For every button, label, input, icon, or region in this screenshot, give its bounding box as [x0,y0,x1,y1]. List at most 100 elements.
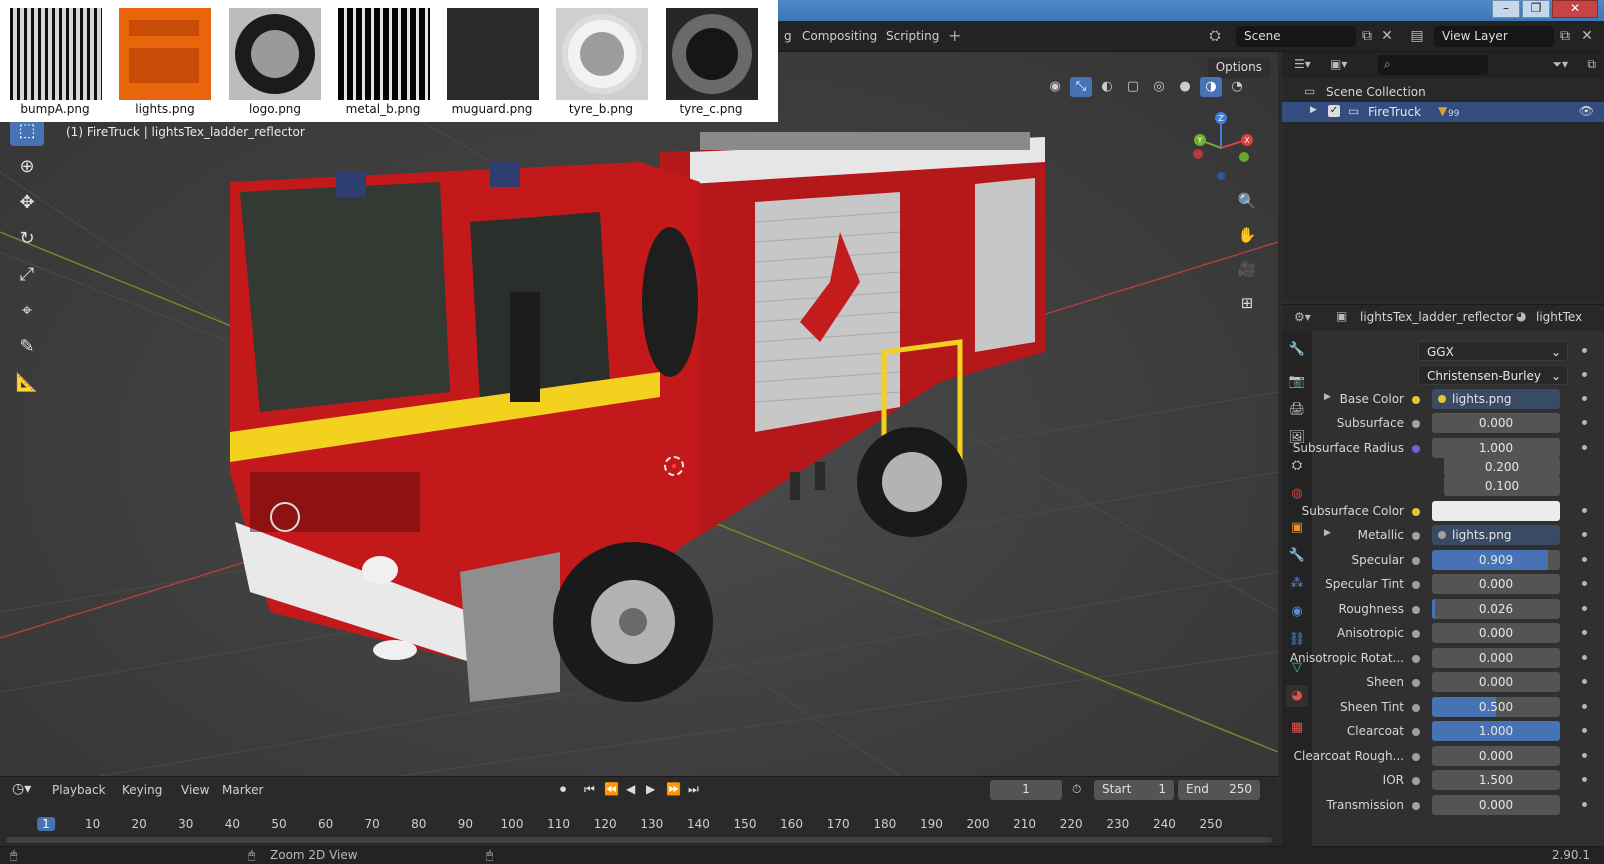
keyframe-dot[interactable] [1582,348,1587,353]
playback-menu[interactable]: Playback [52,783,106,797]
keyframe-dot[interactable] [1582,655,1587,660]
rotate-icon[interactable]: ↻ [10,224,44,254]
material-shading-icon[interactable]: ◑ [1200,77,1222,97]
number-slider[interactable]: 0.100 [1444,476,1560,496]
keyframe-dot[interactable] [1582,557,1587,562]
jump-start-icon[interactable]: ⏮ [584,782,595,797]
keyframe-dot[interactable] [1582,728,1587,733]
outliner-item-firetruck[interactable]: ▶ ✓ ▭ FireTruck ▼ 99 👁 [1282,102,1604,122]
jump-end-icon[interactable]: ⏭ [688,782,699,797]
record-icon[interactable]: ⏺ [560,782,566,797]
number-slider[interactable]: 0.000 [1432,795,1560,815]
socket-dot-icon[interactable] [1412,728,1420,736]
socket-dot-icon[interactable] [1412,753,1420,761]
keyframe-dot[interactable] [1582,372,1587,377]
socket-dot-icon[interactable] [1412,445,1420,453]
display-mode-icon[interactable]: ▣▾ [1330,57,1347,71]
keying-menu[interactable]: Keying [122,783,162,797]
transform-icon[interactable]: ⌖ [10,296,44,326]
number-slider[interactable]: 0.200 [1444,457,1560,477]
world-tab-icon[interactable]: ◍ [1286,483,1308,505]
outliner-editor-icon[interactable]: ☰▾ [1294,57,1311,71]
rendered-shading-icon[interactable]: ◔ [1226,77,1248,97]
eye-visibility-icon[interactable]: 👁 [1579,104,1594,118]
keyframe-dot[interactable] [1582,802,1587,807]
scene-icon[interactable]: ⛭ [1206,27,1224,45]
number-slider[interactable]: 0.000 [1432,746,1560,766]
socket-dot-icon[interactable] [1412,606,1420,614]
socket-dot-icon[interactable] [1412,679,1420,687]
keyframe-dot[interactable] [1582,581,1587,586]
number-slider[interactable]: 0.000 [1432,574,1560,594]
play-reverse-icon[interactable]: ◀ [626,782,635,796]
socket-dot-icon[interactable] [1412,557,1420,565]
thumb-metal-b[interactable] [338,8,430,100]
pan-hand-icon[interactable]: ✋ [1234,222,1260,248]
thumb-tyre-c[interactable] [666,8,758,100]
object-tab-icon[interactable]: ▣ [1286,517,1308,539]
outliner-search-input[interactable]: ⌕ [1378,55,1488,75]
subsurface-method-dropdown[interactable]: Christensen-Burley ⌄ [1418,365,1568,385]
socket-dot-icon[interactable] [1412,802,1420,810]
socket-dot-icon[interactable] [1412,704,1420,712]
expand-arrow-icon[interactable]: ▶ [1310,105,1317,115]
overlay-icon[interactable]: ◐ [1096,77,1118,97]
number-slider[interactable]: 0.000 [1432,648,1560,668]
texture-link-field[interactable]: lights.png [1432,525,1560,545]
options-dropdown[interactable]: Options [1207,58,1270,78]
new-scene-icon[interactable]: ⧉ [1358,27,1376,45]
thumb-lights[interactable] [119,8,211,100]
color-swatch[interactable] [1432,501,1560,521]
visibility-icon[interactable]: ◉ [1044,77,1066,97]
new-collection-icon[interactable]: ⧉ [1587,57,1596,72]
filter-icon[interactable]: ⏷▾ [1552,57,1568,72]
shader-name[interactable]: lightTex [1536,310,1582,324]
checkbox-icon[interactable]: ✓ [1328,105,1340,117]
cursor-icon[interactable]: ⊕ [10,152,44,182]
move-icon[interactable]: ✥ [10,188,44,218]
close-button[interactable]: ✕ [1552,0,1598,18]
annotate-icon[interactable]: ✎ [10,332,44,362]
camera-icon[interactable]: 🎥 [1234,256,1260,282]
scale-icon[interactable]: ⤢ [10,260,44,290]
thumb-logo[interactable] [229,8,321,100]
3d-viewport[interactable]: Options ◉ ⤡ ◐ ▢ ◎ ● ◑ ◔ (1) FireTruck | … [0,52,1278,776]
view-menu[interactable]: View [181,783,209,797]
properties-editor-icon[interactable]: ⚙▾ [1294,310,1311,324]
frame-ruler[interactable]: 1 10 20 30 40 50 60 70 80 90 100 110 120 130 140 150 160… [0,813,1278,835]
prev-keyframe-icon[interactable]: ⏪ [604,782,619,796]
tab-partial[interactable]: g [784,29,792,43]
number-slider[interactable]: 0.909 [1432,550,1560,570]
wireframe-shading-icon[interactable]: ◎ [1148,77,1170,97]
delete-view-layer-icon[interactable]: ✕ [1578,27,1596,45]
socket-dot-icon[interactable] [1412,396,1420,404]
zoom-icon[interactable]: 🔍 [1234,188,1260,214]
keyframe-dot[interactable] [1582,532,1587,537]
thumb-muguard[interactable] [447,8,539,100]
material-name[interactable]: lightsTex_ladder_reflector [1360,310,1513,324]
texture-link-field[interactable]: lights.png [1432,389,1560,409]
material-tab-icon[interactable]: ◕ [1286,685,1308,707]
scene-tab-icon[interactable]: ⛭ [1286,455,1308,477]
keyframe-dot[interactable] [1582,396,1587,401]
keyframe-dot[interactable] [1582,753,1587,758]
end-frame-field[interactable]: End 250 [1178,780,1260,800]
socket-dot-icon[interactable] [1412,777,1420,785]
number-slider[interactable]: 0.000 [1432,413,1560,433]
thumb-tyre-b[interactable] [556,8,648,100]
socket-dot-icon[interactable] [1412,655,1420,663]
modifier-tab-icon[interactable]: 🔧 [1286,545,1308,567]
number-slider[interactable]: 0.500 [1432,697,1560,717]
keyframe-dot[interactable] [1582,630,1587,635]
maximize-button[interactable]: ❐ [1522,0,1550,18]
distribution-dropdown[interactable]: GGX ⌄ [1418,341,1568,361]
constraints-tab-icon[interactable]: ⛓ [1286,629,1308,651]
output-tab-icon[interactable]: 🖨 [1286,399,1308,421]
expand-arrow-icon[interactable]: ▶ [1324,528,1331,538]
stopwatch-icon[interactable]: ⏱ [1072,782,1081,797]
start-frame-field[interactable]: Start 1 [1094,780,1174,800]
3d-cursor[interactable] [664,456,684,476]
current-frame-field[interactable]: 1 [990,780,1062,800]
number-slider[interactable]: 0.026 [1432,599,1560,619]
keyframe-dot[interactable] [1582,445,1587,450]
